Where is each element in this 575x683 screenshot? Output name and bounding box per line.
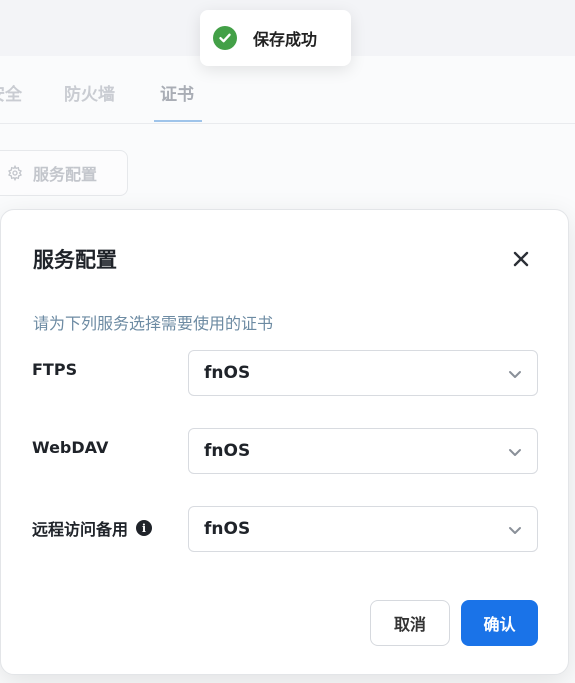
confirm-button[interactable]: 确认	[461, 600, 538, 646]
close-icon	[513, 251, 529, 267]
gear-icon	[8, 165, 22, 181]
remote-access-label: 远程访问备用 i	[32, 516, 153, 540]
chevron-down-icon	[509, 527, 521, 534]
ftps-label-text: FTPS	[32, 360, 78, 379]
webdav-label-text: WebDAV	[32, 438, 109, 457]
info-icon[interactable]: i	[136, 520, 153, 536]
remote-access-cert-select[interactable]: fnOS	[188, 506, 538, 552]
success-toast: 保存成功	[200, 10, 351, 66]
check-circle-icon	[213, 26, 237, 50]
tab-security[interactable]: 安全	[0, 80, 22, 105]
tab-firewall[interactable]: 防火墙	[64, 80, 115, 105]
dialog-subtitle: 请为下列服务选择需要使用的证书	[33, 314, 274, 333]
close-button[interactable]	[507, 245, 535, 273]
webdav-cert-value: fnOS	[204, 441, 251, 461]
chevron-down-icon	[509, 449, 521, 456]
ftps-label: FTPS	[32, 360, 77, 379]
active-tab-indicator	[154, 120, 202, 122]
tab-certificate[interactable]: 证书	[160, 80, 194, 105]
ftps-cert-value: fnOS	[204, 363, 251, 383]
service-config-button[interactable]: 服务配置	[0, 150, 128, 196]
webdav-cert-select[interactable]: fnOS	[188, 428, 538, 474]
chevron-down-icon	[509, 371, 521, 378]
remote-access-cert-value: fnOS	[204, 519, 251, 539]
dialog-title: 服务配置	[33, 248, 117, 272]
remote-access-label-text: 远程访问备用	[32, 520, 129, 539]
service-config-button-label: 服务配置	[33, 165, 98, 184]
webdav-label: WebDAV	[32, 438, 108, 457]
toast-message: 保存成功	[253, 30, 318, 49]
cancel-button[interactable]: 取消	[370, 600, 450, 646]
ftps-cert-select[interactable]: fnOS	[188, 350, 538, 396]
service-config-dialog: 服务配置 请为下列服务选择需要使用的证书 FTPS fnOS WebDAV fn…	[0, 209, 569, 675]
